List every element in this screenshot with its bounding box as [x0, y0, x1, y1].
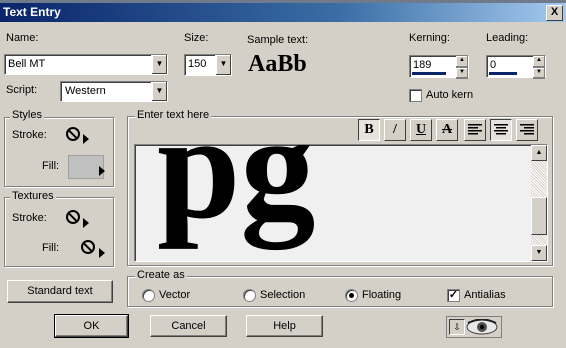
help-button[interactable]: Help [246, 315, 323, 337]
cancel-button[interactable]: Cancel [150, 315, 227, 337]
antialias-label: Antialias [464, 289, 506, 301]
script-combo[interactable]: Western ▼ [60, 81, 168, 102]
leading-spin-buttons[interactable]: ▲ ▼ [533, 56, 545, 79]
textures-stroke-label: Stroke: [12, 212, 47, 224]
spin-up-icon[interactable]: ▲ [456, 56, 468, 68]
text-entry-title: Enter text here [135, 109, 212, 121]
align-center-icon[interactable] [490, 119, 512, 141]
size-value: 150 [188, 58, 207, 70]
selection-label: Selection [260, 289, 306, 301]
standard-text-button[interactable]: Standard text [7, 280, 113, 303]
vector-label: Vector [159, 289, 191, 301]
textures-title: Textures [10, 190, 56, 202]
align-left-icon[interactable] [464, 119, 486, 141]
bold-button[interactable]: B [358, 119, 380, 141]
preview-toggle[interactable]: ⇩ [446, 316, 502, 338]
leading-value: 0 [490, 59, 497, 71]
styles-fill-label: Fill: [42, 160, 60, 172]
create-as-title: Create as [135, 269, 187, 281]
font-name-combo[interactable]: Bell MT ▼ [4, 54, 168, 75]
kerning-spinner[interactable]: 189 ▲ ▼ [409, 55, 469, 79]
scroll-thumb[interactable] [531, 197, 547, 235]
floating-radio[interactable] [345, 289, 358, 302]
scroll-down-icon[interactable]: ▼ [531, 245, 547, 261]
kerning-level-bar [412, 72, 446, 75]
kerning-label: Kerning: [409, 32, 450, 44]
flyout-arrow-icon[interactable] [99, 248, 105, 258]
text-entry-dialog: Text Entry X Name: Bell MT ▼ Script: Wes… [0, 0, 566, 348]
floating-label: Floating [362, 289, 402, 301]
sample-text-label: Sample text: [247, 34, 309, 46]
font-name-label: Name: [6, 32, 39, 44]
textures-group [4, 197, 114, 267]
underline-button[interactable]: U [410, 119, 432, 141]
leading-spinner[interactable]: 0 ▲ ▼ [486, 55, 546, 79]
font-name-value: Bell MT [8, 58, 46, 70]
chevron-down-icon[interactable]: ▼ [151, 82, 167, 101]
size-label: Size: [184, 32, 209, 44]
selection-radio[interactable] [243, 289, 256, 302]
eye-icon[interactable] [465, 319, 499, 335]
script-value: Western [65, 85, 106, 97]
spin-up-icon[interactable]: ▲ [533, 56, 545, 68]
align-right-icon[interactable] [516, 119, 538, 141]
title-bar: Text Entry X [0, 3, 566, 22]
textures-fill-label: Fill: [42, 242, 60, 254]
scroll-up-icon[interactable]: ▲ [531, 145, 547, 161]
italic-button[interactable]: / [384, 119, 406, 141]
chevron-down-icon[interactable]: ▼ [151, 55, 167, 74]
sample-text-preview: AaBb [248, 51, 307, 77]
vertical-scrollbar[interactable]: ▲ ▼ [531, 145, 547, 261]
text-entry-area[interactable]: pg ▲ ▼ [134, 144, 548, 262]
styles-title: Styles [10, 109, 44, 121]
antialias-checkbox[interactable]: ✓ [447, 289, 460, 302]
kerning-value: 189 [413, 59, 432, 71]
auto-kern-checkbox[interactable] [409, 89, 422, 102]
styles-stroke-label: Stroke: [12, 129, 47, 141]
auto-kern-label: Auto kern [426, 89, 474, 101]
script-label: Script: [6, 84, 38, 96]
no-style-icon[interactable] [66, 127, 80, 141]
no-texture-icon[interactable] [66, 210, 80, 224]
entered-text: pg [157, 144, 316, 250]
close-button[interactable]: X [546, 5, 563, 21]
window-title: Text Entry [3, 5, 61, 19]
flyout-arrow-icon[interactable] [83, 134, 89, 144]
pin-icon[interactable]: ⇩ [449, 319, 465, 335]
vector-radio[interactable] [142, 289, 155, 302]
chevron-down-icon[interactable]: ▼ [215, 55, 231, 75]
leading-level-bar [489, 72, 517, 75]
size-combo[interactable]: 150 ▼ [184, 54, 232, 76]
strikethrough-button[interactable]: A [436, 119, 458, 141]
kerning-spin-buttons[interactable]: ▲ ▼ [456, 56, 468, 79]
spin-down-icon[interactable]: ▼ [456, 68, 468, 79]
ok-button[interactable]: OK [54, 314, 129, 338]
flyout-arrow-icon[interactable] [99, 166, 105, 176]
leading-label: Leading: [486, 32, 529, 44]
flyout-arrow-icon[interactable] [83, 218, 89, 228]
no-texture-icon[interactable] [81, 240, 95, 254]
spin-down-icon[interactable]: ▼ [533, 68, 545, 79]
